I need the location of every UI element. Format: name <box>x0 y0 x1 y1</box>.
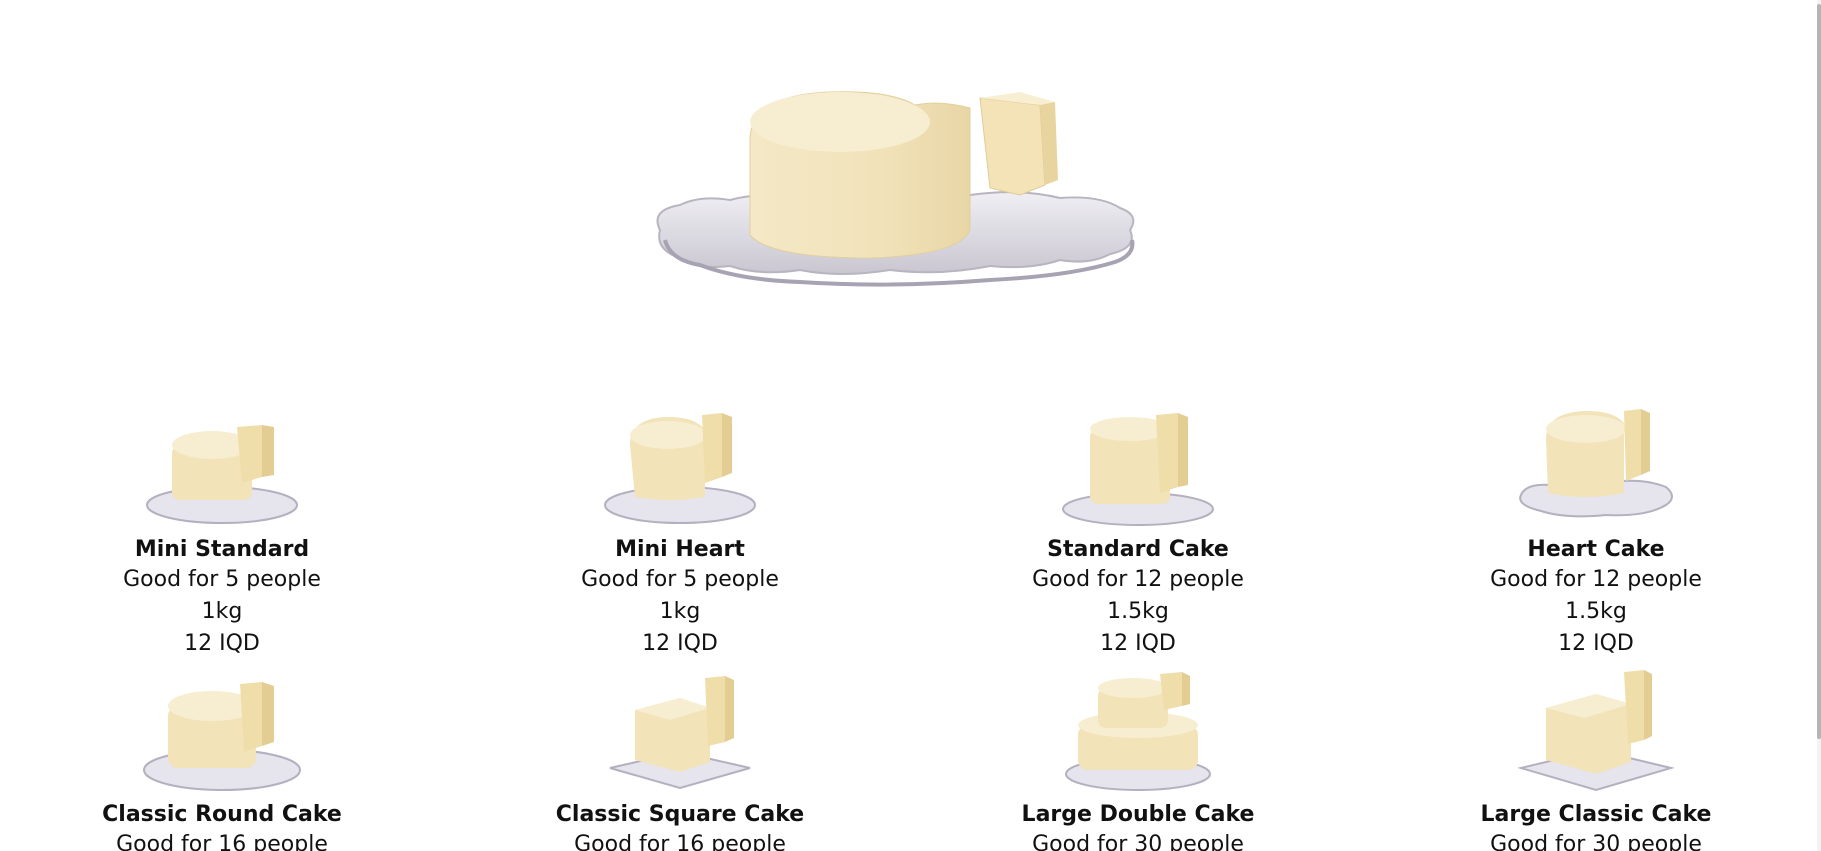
heart-cake-slice-icon <box>604 413 756 524</box>
product-serves: Good for 16 people <box>116 832 328 851</box>
product-name: Standard Cake <box>1047 537 1229 562</box>
product-name: Large Double Cake <box>1021 802 1255 827</box>
round-cake-slice-icon <box>146 425 298 524</box>
product-weight: 1.5kg <box>1107 599 1169 624</box>
product-name: Classic Square Cake <box>555 802 805 827</box>
tall-round-cake-slice-icon <box>1062 413 1214 526</box>
product-name: Heart Cake <box>1527 537 1665 562</box>
product-card[interactable]: Classic Square Cake Good for 16 people <box>510 670 850 851</box>
product-price: 12 IQD <box>1100 631 1176 656</box>
product-name: Large Classic Cake <box>1480 802 1712 827</box>
square-cake-slice-icon <box>609 676 751 790</box>
double-tier-cake-icon <box>1065 672 1211 791</box>
product-card[interactable]: Standard Cake Good for 12 people 1.5kg 1… <box>968 405 1308 660</box>
round-cake-slice-icon <box>143 682 301 791</box>
product-card[interactable]: Mini Standard Good for 5 people 1kg 12 I… <box>52 405 392 660</box>
product-card[interactable]: Large Classic Cake Good for 30 people <box>1426 670 1766 851</box>
product-serves: Good for 12 people <box>1490 567 1702 592</box>
product-card[interactable]: Mini Heart Good for 5 people 1kg 12 IQD <box>510 405 850 660</box>
heart-cake-wavy-plate-icon <box>1519 409 1673 518</box>
product-price: 12 IQD <box>184 631 260 656</box>
scrollbar-thumb[interactable] <box>1817 4 1821 739</box>
product-price: 12 IQD <box>642 631 718 656</box>
product-card[interactable]: Heart Cake Good for 12 people 1.5kg 12 I… <box>1426 405 1766 660</box>
product-price: 12 IQD <box>1558 631 1634 656</box>
product-serves: Good for 5 people <box>581 567 779 592</box>
product-serves: Good for 30 people <box>1490 832 1702 851</box>
large-square-cake-icon <box>1517 670 1675 792</box>
heart-cake-icon <box>656 91 1135 287</box>
product-weight: 1kg <box>201 599 243 624</box>
product-serves: Good for 16 people <box>574 832 786 851</box>
product-name: Mini Heart <box>615 537 745 562</box>
product-name: Mini Standard <box>134 537 310 562</box>
product-serves: Good for 5 people <box>123 567 321 592</box>
product-serves: Good for 30 people <box>1032 832 1244 851</box>
product-card[interactable]: Classic Round Cake Good for 16 people <box>52 670 392 851</box>
hero-cake-image <box>640 70 1180 330</box>
product-serves: Good for 12 people <box>1032 567 1244 592</box>
product-weight: 1.5kg <box>1565 599 1627 624</box>
page: Mini Standard Good for 5 people 1kg 12 I… <box>0 0 1821 851</box>
product-card[interactable]: Large Double Cake Good for 30 people <box>968 670 1308 851</box>
product-name: Classic Round Cake <box>102 802 342 827</box>
product-weight: 1kg <box>659 599 701 624</box>
scrollbar-track[interactable] <box>1817 0 1821 851</box>
